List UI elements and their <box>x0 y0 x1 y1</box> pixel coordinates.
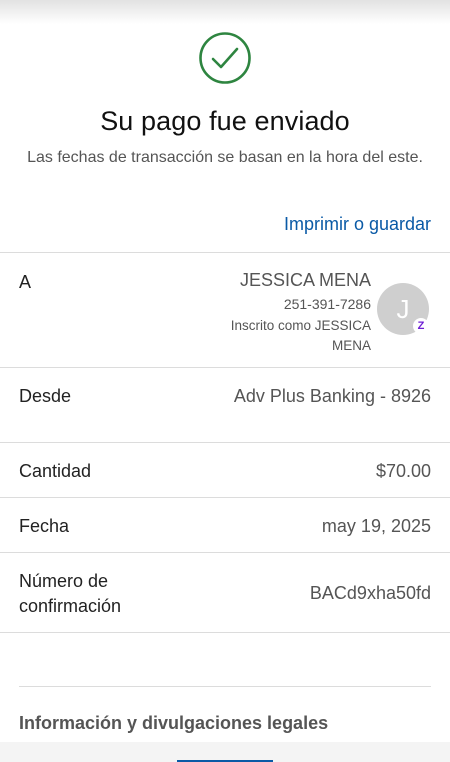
divider <box>0 497 450 498</box>
from-account: Adv Plus Banking - 8926 <box>233 386 431 406</box>
divider <box>0 442 450 443</box>
check-circle-icon <box>199 32 251 84</box>
divider <box>0 367 450 368</box>
timezone-note: Las fechas de transacción se basan en la… <box>27 149 423 166</box>
amount-label: Cantidad <box>19 461 92 481</box>
date-label: Fecha <box>19 516 70 536</box>
zelle-badge-icon: Z <box>413 318 429 334</box>
amount-value: $70.00 <box>375 461 431 481</box>
to-label: A <box>19 272 32 292</box>
from-label: Desde <box>19 386 72 406</box>
date-value: may 19, 2025 <box>321 516 431 536</box>
divider <box>0 252 450 253</box>
print-or-save-link[interactable]: Imprimir o guardar <box>284 214 431 235</box>
confirmation-number: BACd9xha50fd <box>309 583 431 603</box>
page-title: Su pago fue enviado <box>100 106 350 136</box>
top-shadow <box>0 0 450 24</box>
recipient-name: JESSICA MENA <box>239 270 371 290</box>
divider <box>19 686 431 687</box>
recipient-enrolled-name: Inscrito como JESSICA MENA <box>230 318 371 353</box>
legal-disclosures-heading[interactable]: Información y divulgaciones legales <box>19 713 328 734</box>
divider <box>0 632 450 633</box>
confirmation-label: Número de confirmación <box>19 571 122 616</box>
bottom-bar <box>0 742 450 762</box>
divider <box>0 552 450 553</box>
recipient-phone: 251-391-7286 <box>283 296 371 312</box>
